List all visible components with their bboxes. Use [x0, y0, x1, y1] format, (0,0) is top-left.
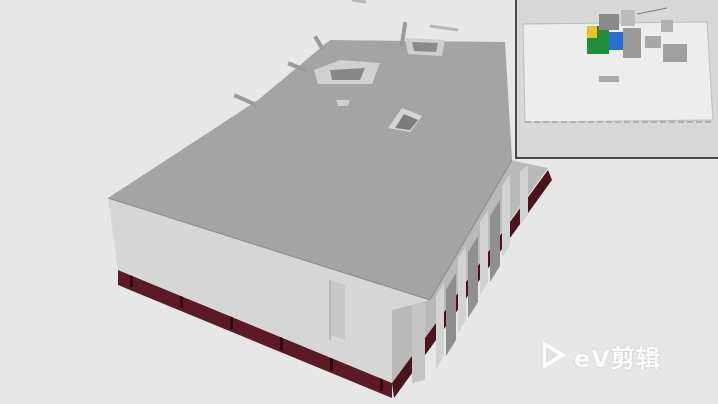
front-wall-pilaster	[330, 280, 345, 340]
minimap-block	[623, 28, 641, 58]
3d-viewport[interactable]: eV剪辑	[0, 0, 718, 404]
ev-watermark: eV剪辑	[540, 337, 700, 373]
minimap-highlight-blue	[609, 32, 623, 50]
play-triangle-icon	[543, 341, 566, 369]
corner-column	[412, 302, 425, 383]
overview-minimap[interactable]	[515, 0, 718, 159]
minimap-highlight-yellow	[587, 26, 597, 38]
map-overview-icon	[517, 0, 718, 157]
watermark-text: eV剪辑	[574, 345, 661, 373]
